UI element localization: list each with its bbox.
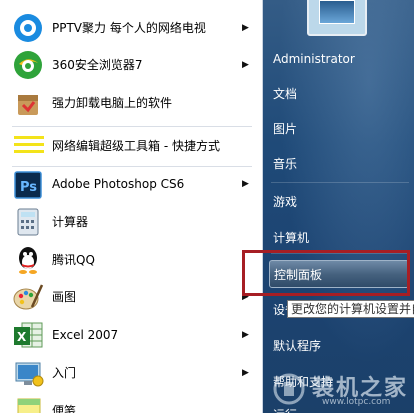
program-label: PPTV聚力 每个人的网络电视 — [52, 21, 206, 35]
user-picture[interactable] — [307, 0, 367, 36]
right-item-games[interactable]: 游戏 — [273, 190, 409, 214]
right-separator — [271, 182, 409, 183]
pptv-icon — [14, 14, 42, 42]
right-item-music[interactable]: 音乐 — [273, 152, 409, 176]
program-item-sticky-notes[interactable]: 便笺 — [4, 393, 258, 413]
submenu-arrow-icon[interactable]: ▶ — [242, 47, 249, 83]
qq-icon — [19, 247, 37, 274]
program-item-getting-started[interactable]: 入门 ▶ — [4, 355, 258, 391]
right-item-default-programs[interactable]: 默认程序 — [273, 334, 409, 358]
program-item-calculator[interactable]: 计算器 — [4, 204, 258, 240]
program-label: 360安全浏览器7 — [52, 58, 143, 72]
program-label: 强力卸载电脑上的软件 — [52, 96, 173, 110]
excel-icon: X — [14, 322, 43, 348]
program-item-uninstall[interactable]: 强力卸载电脑上的软件 — [4, 85, 258, 121]
right-item-computer[interactable]: 计算机 — [273, 226, 409, 250]
toolbox-icon — [14, 136, 44, 153]
watermark: 装机之家 www.lotpc.com — [272, 370, 412, 410]
uninstall-icon — [18, 95, 38, 115]
submenu-arrow-icon[interactable]: ▶ — [242, 317, 249, 353]
program-item-photoshop[interactable]: Ps Adobe Photoshop CS6 ▶ — [4, 166, 258, 202]
monitor-icon — [319, 0, 355, 24]
program-label: 入门 — [52, 366, 77, 380]
svg-text:X: X — [17, 330, 27, 344]
program-label: 画图 — [52, 290, 77, 304]
submenu-arrow-icon[interactable]: ▶ — [242, 10, 249, 46]
separator — [12, 126, 252, 127]
program-label: Adobe Photoshop CS6 — [52, 177, 185, 191]
paint-icon — [13, 284, 44, 310]
program-item-360-browser[interactable]: 360安全浏览器7 ▶ — [4, 47, 258, 83]
program-item-pptv[interactable]: PPTV聚力 每个人的网络电视 ▶ — [4, 10, 258, 46]
program-label: Excel 2007 — [52, 328, 119, 342]
right-pane: Administrator 文档 图片 音乐 游戏 计算机 控制面板 设备和打印… — [263, 0, 414, 413]
program-label: 网络编辑超级工具箱 - 快捷方式 — [52, 139, 220, 153]
getting-started-icon — [15, 362, 44, 387]
right-item-pictures[interactable]: 图片 — [273, 117, 409, 141]
program-item-qq[interactable]: 腾讯QQ — [4, 242, 258, 278]
highlight-annotation-box — [242, 250, 410, 296]
control-panel-tooltip: 更改您的计算机设置并自定义 — [287, 300, 414, 318]
program-item-paint[interactable]: 画图 ▶ — [4, 279, 258, 315]
right-item-documents[interactable]: 文档 — [273, 82, 409, 106]
photoshop-icon: Ps — [14, 171, 42, 199]
watermark-url: www.lotpc.com — [322, 397, 391, 407]
sticky-notes-icon — [17, 398, 41, 413]
program-label: 计算器 — [52, 215, 89, 229]
start-menu: PPTV聚力 每个人的网络电视 ▶ 360安全浏览器7 ▶ 强力卸载电脑上的软件 — [0, 0, 414, 413]
svg-text:Ps: Ps — [20, 180, 37, 195]
right-item-user[interactable]: Administrator — [273, 47, 409, 71]
calculator-icon — [17, 208, 39, 236]
program-item-excel[interactable]: X Excel 2007 ▶ — [4, 317, 258, 353]
program-label: 便笺 — [52, 404, 77, 413]
program-label: 腾讯QQ — [52, 253, 95, 267]
watermark-logo-icon — [273, 373, 305, 405]
submenu-arrow-icon[interactable]: ▶ — [242, 166, 249, 202]
360-browser-icon — [14, 51, 42, 79]
submenu-arrow-icon[interactable]: ▶ — [242, 355, 249, 391]
program-list: PPTV聚力 每个人的网络电视 ▶ 360安全浏览器7 ▶ 强力卸载电脑上的软件 — [0, 0, 263, 413]
program-item-toolbox[interactable]: 网络编辑超级工具箱 - 快捷方式 — [4, 128, 258, 164]
